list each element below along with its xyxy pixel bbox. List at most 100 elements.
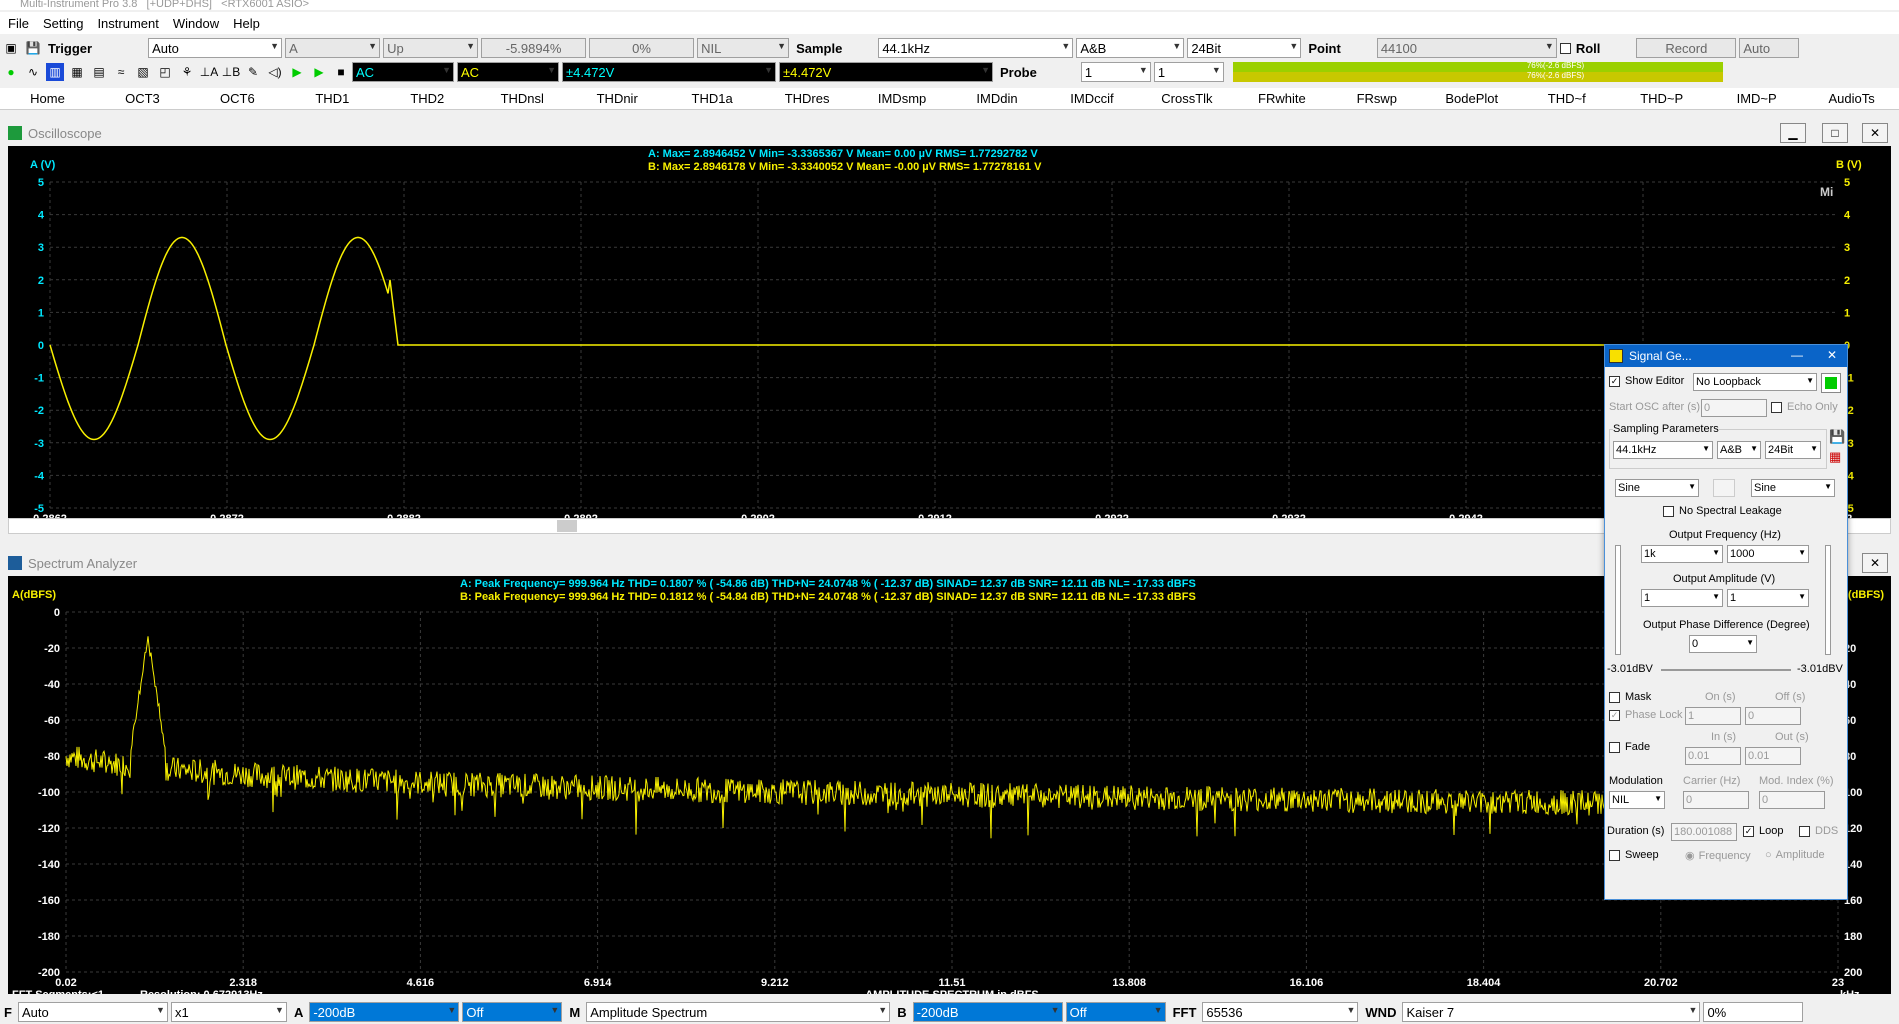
bits-select[interactable]: 24Bit bbox=[1187, 38, 1302, 58]
tab-thd-f[interactable]: THD~f bbox=[1519, 91, 1614, 106]
trigger-mode-select[interactable]: Auto bbox=[148, 38, 283, 58]
probe-b-select[interactable]: 1 bbox=[1153, 62, 1224, 82]
roll-checkbox[interactable] bbox=[1559, 42, 1571, 54]
no-leakage-checkbox[interactable] bbox=[1663, 505, 1674, 517]
tab-frwhite[interactable]: FRwhite bbox=[1234, 91, 1329, 106]
mask-checkbox[interactable] bbox=[1609, 691, 1620, 703]
mask-on-input[interactable]: 1 bbox=[1685, 707, 1741, 725]
a-off-select[interactable]: Off bbox=[462, 1002, 563, 1022]
sg-chart-icon[interactable]: ▦ bbox=[1829, 449, 1841, 465]
b-floor-select[interactable]: -200dB bbox=[912, 1002, 1063, 1022]
waveform-b-select[interactable]: Sine bbox=[1751, 479, 1835, 497]
filter-select[interactable]: NIL bbox=[697, 38, 790, 58]
pin-icon[interactable]: ▣ bbox=[2, 39, 20, 57]
tool-icon[interactable]: ✎ bbox=[244, 63, 262, 81]
speaker-icon[interactable]: ◁) bbox=[266, 63, 284, 81]
sweep-frequency-radio[interactable]: ◉ bbox=[1685, 849, 1695, 862]
scope-icon[interactable]: ∿ bbox=[24, 63, 42, 81]
channels-select[interactable]: A&B bbox=[1076, 38, 1185, 58]
sg-minimize-button[interactable]: — bbox=[1791, 348, 1803, 362]
tab-thd2[interactable]: THD2 bbox=[380, 91, 475, 106]
record-button[interactable]: Record bbox=[1636, 38, 1737, 58]
dds-checkbox[interactable] bbox=[1799, 825, 1810, 837]
close-button[interactable]: ✕ bbox=[1862, 123, 1888, 143]
multiplier-select[interactable]: x1 bbox=[170, 1002, 287, 1022]
tab-thd-p[interactable]: THD~P bbox=[1614, 91, 1709, 106]
tab-bodeplot[interactable]: BodePlot bbox=[1424, 91, 1519, 106]
menu-window[interactable]: Window bbox=[173, 16, 219, 31]
fade-out-input[interactable]: 0.01 bbox=[1745, 747, 1801, 765]
channel-b-icon[interactable]: ⊥B bbox=[222, 63, 240, 81]
menu-setting[interactable]: Setting bbox=[43, 16, 83, 31]
frequency-a-select[interactable]: 1k bbox=[1641, 545, 1723, 563]
amplitude-b-select[interactable]: 1 bbox=[1727, 589, 1809, 607]
sweep-amplitude-radio[interactable]: ○ bbox=[1765, 849, 1772, 861]
fade-in-input[interactable]: 0.01 bbox=[1685, 747, 1741, 765]
points-select[interactable]: 44100 bbox=[1376, 38, 1557, 58]
tab-frswp[interactable]: FRswp bbox=[1329, 91, 1424, 106]
maximize-button[interactable]: □ bbox=[1822, 123, 1848, 143]
menu-file[interactable]: File bbox=[8, 16, 29, 31]
tab-thdnsl[interactable]: THDnsl bbox=[475, 91, 570, 106]
start-osc-input[interactable]: 0 bbox=[1701, 399, 1767, 417]
tab-thdnir[interactable]: THDnir bbox=[570, 91, 665, 106]
generator-power-button[interactable] bbox=[1821, 373, 1841, 393]
fft-size-select[interactable]: 65536 bbox=[1202, 1002, 1359, 1022]
tab-crosstlk[interactable]: CrossTlk bbox=[1139, 91, 1234, 106]
tab-thdres[interactable]: THDres bbox=[760, 91, 855, 106]
sg-chans-select[interactable]: A&B bbox=[1717, 441, 1761, 459]
sample-rate-select[interactable]: 44.1kHz bbox=[878, 38, 1074, 58]
trigger-level-input[interactable]: -5.9894% bbox=[481, 38, 587, 58]
loopback-select[interactable]: No Loopback bbox=[1693, 373, 1817, 391]
meter-icon[interactable]: ▦ bbox=[68, 63, 86, 81]
play-icon[interactable]: ▶ bbox=[288, 63, 306, 81]
tab-imdsmp[interactable]: IMDsmp bbox=[855, 91, 950, 106]
mask-off-input[interactable]: 0 bbox=[1745, 707, 1801, 725]
spectrum-close-button[interactable]: ✕ bbox=[1862, 553, 1888, 573]
carrier-input[interactable]: 0 bbox=[1683, 791, 1749, 809]
generator-icon[interactable]: ≈ bbox=[112, 63, 130, 81]
coupling-b-select[interactable]: AC bbox=[457, 62, 559, 82]
auto-button[interactable]: Auto bbox=[1739, 38, 1800, 58]
show-editor-checkbox[interactable]: ✓ bbox=[1609, 375, 1620, 387]
dso-icon[interactable]: ▧ bbox=[134, 63, 152, 81]
waveform-a-select[interactable]: Sine bbox=[1615, 479, 1699, 497]
modulation-select[interactable]: NIL bbox=[1609, 791, 1665, 809]
signal-generator-titlebar[interactable]: Signal Ge... — ✕ bbox=[1605, 345, 1847, 367]
menu-help[interactable]: Help bbox=[233, 16, 260, 31]
probe-icon[interactable]: ⚘ bbox=[178, 63, 196, 81]
tab-imd-p[interactable]: IMD~P bbox=[1709, 91, 1804, 106]
duration-input[interactable]: 180.001088 bbox=[1671, 823, 1737, 841]
stop-icon[interactable]: ■ bbox=[332, 63, 350, 81]
tab-thd1[interactable]: THD1 bbox=[285, 91, 380, 106]
fade-checkbox[interactable] bbox=[1609, 741, 1620, 753]
tab-thd1a[interactable]: THD1a bbox=[665, 91, 760, 106]
channel-a-icon[interactable]: ⊥A bbox=[200, 63, 218, 81]
chart-icon[interactable]: ▤ bbox=[90, 63, 108, 81]
amplitude-a-select[interactable]: 1 bbox=[1641, 589, 1723, 607]
tab-audiots[interactable]: AudioTs bbox=[1804, 91, 1899, 106]
phase-select[interactable]: 0 bbox=[1689, 635, 1757, 653]
probe-a-select[interactable]: 1 bbox=[1080, 62, 1151, 82]
a-floor-select[interactable]: -200dB bbox=[309, 1002, 460, 1022]
sg-save-icon[interactable]: 💾 bbox=[1829, 429, 1845, 445]
trigger-edge-select[interactable]: Up bbox=[383, 38, 479, 58]
tab-imdccif[interactable]: IMDccif bbox=[1044, 91, 1139, 106]
sweep-checkbox[interactable] bbox=[1609, 849, 1620, 861]
echo-only-checkbox[interactable] bbox=[1771, 401, 1782, 413]
phase-lock-checkbox[interactable]: ✓ bbox=[1609, 709, 1620, 721]
wave-link-button[interactable] bbox=[1713, 479, 1735, 497]
level-slider-a[interactable] bbox=[1615, 545, 1621, 655]
spectrum-icon[interactable]: ▥ bbox=[46, 63, 64, 81]
sg-rate-select[interactable]: 44.1kHz bbox=[1613, 441, 1713, 459]
tab-home[interactable]: Home bbox=[0, 91, 95, 106]
record-dot-icon[interactable]: ● bbox=[2, 63, 20, 81]
tab-imddin[interactable]: IMDdin bbox=[950, 91, 1045, 106]
loop-checkbox[interactable]: ✓ bbox=[1743, 825, 1754, 837]
save-icon[interactable]: 💾 bbox=[24, 39, 42, 57]
b-off-select[interactable]: Off bbox=[1065, 1002, 1166, 1022]
trigger-delay-input[interactable]: 0% bbox=[589, 38, 695, 58]
minimize-button[interactable]: ▁ bbox=[1780, 123, 1806, 143]
range-a-select[interactable]: ±4.472V bbox=[562, 62, 776, 82]
trigger-channel-select[interactable]: A bbox=[285, 38, 381, 58]
